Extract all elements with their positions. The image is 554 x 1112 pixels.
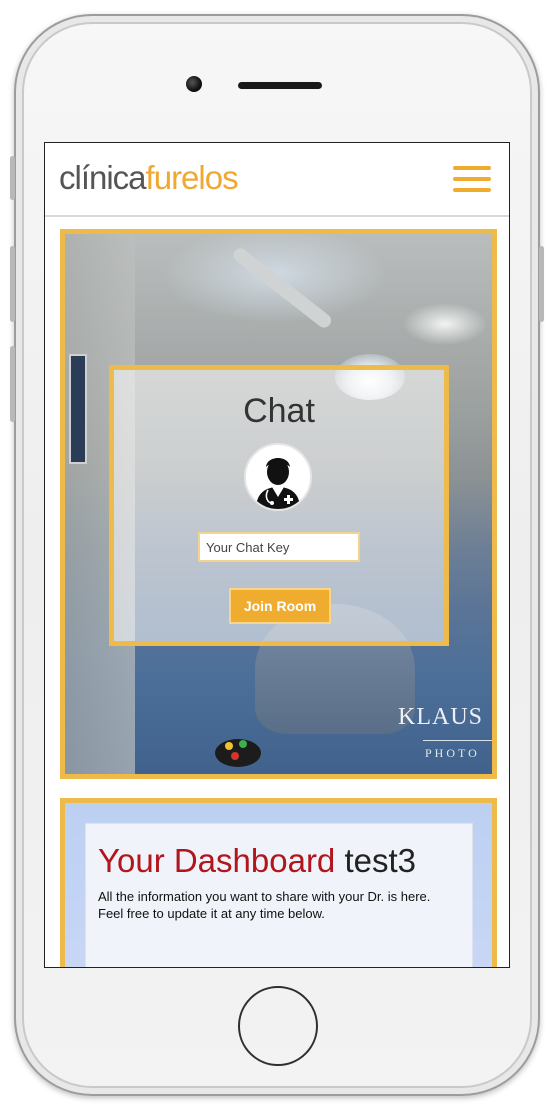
hero-banner: KLAUS PHOTO Chat Join Room	[60, 229, 497, 779]
clinica-furelos-logo[interactable]: clínicafurelos	[59, 159, 239, 197]
volume-up-button	[10, 246, 15, 322]
dashboard-line-2: Feel free to update it at any time below…	[98, 906, 325, 921]
photographer-watermark-sub: PHOTO	[425, 746, 480, 760]
mute-switch	[10, 156, 15, 200]
dashboard-title-label: Your Dashboard	[98, 842, 336, 879]
monitor-image-detail	[69, 354, 87, 464]
phone-screen: clínicafurelos KLAUS PHOTO Chat Your Cha…	[44, 142, 510, 968]
dashboard-username: test3	[344, 842, 417, 879]
home-button[interactable]	[238, 986, 318, 1066]
volume-down-button	[10, 346, 15, 422]
photographer-watermark: KLAUS	[398, 704, 484, 730]
chat-key-input[interactable]	[198, 532, 360, 562]
dashboard-section: Your Dashboard test3 All the information…	[60, 798, 497, 967]
chat-card: Chat Join Room	[109, 365, 449, 646]
logo-text-clinica: clínica	[59, 159, 147, 196]
earpiece-speaker	[238, 82, 322, 89]
top-navbar: clínicafurelos	[45, 143, 509, 217]
doctor-avatar-icon	[244, 443, 312, 511]
chat-title: Chat	[243, 392, 315, 430]
join-room-button[interactable]: Join Room	[229, 588, 331, 624]
front-camera	[186, 76, 202, 92]
logo-text-furelos: furelos	[145, 159, 239, 196]
power-button	[539, 246, 544, 322]
hamburger-menu-icon[interactable]	[453, 166, 491, 192]
dashboard-card: Your Dashboard test3 All the information…	[85, 823, 473, 967]
dashboard-line-1: All the information you want to share wi…	[98, 889, 431, 904]
dashboard-description: All the information you want to share wi…	[98, 888, 458, 922]
dashboard-title: Your Dashboard test3	[98, 842, 416, 880]
